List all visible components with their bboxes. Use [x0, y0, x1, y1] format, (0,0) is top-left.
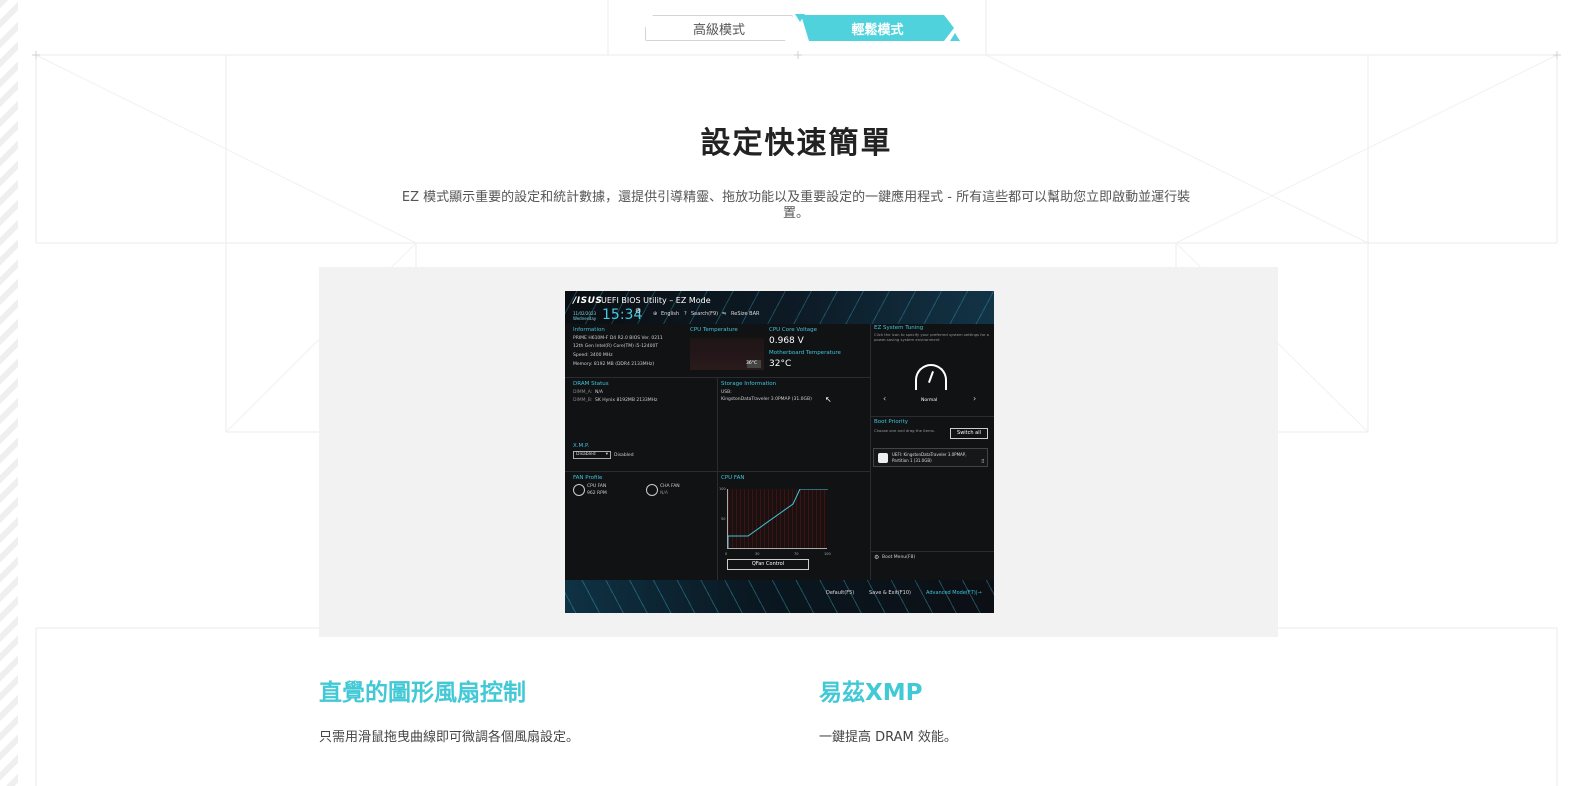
- cpu-voltage-label: CPU Core Voltage: [769, 327, 818, 333]
- divider: [717, 377, 718, 580]
- cpu-temp-value: 36°C: [746, 361, 758, 366]
- feature-title-xmp: 易茲XMP: [819, 680, 923, 706]
- prev-mode-button[interactable]: ‹: [883, 394, 886, 403]
- info-line: 12th Gen Intel(R) Core(TM) i5-12400T: [573, 344, 659, 349]
- storage-label: Storage Information: [721, 381, 777, 387]
- info-line: PRIME H610M-F D4 R2.0 BIOS Ver. 0211: [573, 336, 663, 341]
- next-mode-button[interactable]: ›: [973, 394, 976, 403]
- info-label: Information: [573, 327, 605, 333]
- ez-tuning-desc: Click the icon to specify your preferred…: [874, 332, 989, 342]
- search-icon: ?: [684, 311, 687, 317]
- globe-icon: ⊕: [653, 311, 658, 317]
- feature-desc-fan: 只需用滑鼠拖曳曲線即可微調各個風扇設定。: [319, 730, 580, 745]
- dram-slot: DIMM_A:: [573, 390, 593, 395]
- mb-temp-value: 32°C: [769, 359, 792, 369]
- boot-device-item[interactable]: UEFI: KingstonDataTraveler 3.0PMAP, Part…: [873, 448, 988, 467]
- dram-value: N/A: [595, 390, 603, 395]
- gear-icon: ⚙: [635, 307, 642, 315]
- search-item: Search(F9): [691, 311, 719, 317]
- tab-corner-marker: [950, 33, 960, 41]
- fan-chart-x-tick: 70: [794, 552, 799, 556]
- dram-slot: DIMM_B:: [573, 398, 593, 403]
- xmp-label: X.M.P.: [573, 443, 590, 449]
- cpu-voltage-value: 0.968 V: [769, 336, 804, 346]
- tab-ez-mode[interactable]: 輕鬆模式: [801, 15, 954, 41]
- rebar-icon: ⇋: [722, 311, 727, 317]
- bios-screenshot: /ISUS UEFI BIOS Utility – EZ Mode 11/02/…: [565, 291, 994, 613]
- default-button[interactable]: Default(F5): [826, 590, 854, 596]
- divider: [870, 551, 994, 552]
- tab-ez-label: 輕鬆模式: [851, 22, 904, 38]
- fan-rpm: 962 RPM: [587, 491, 607, 496]
- boot-menu-button[interactable]: Boot Menu(F8): [882, 554, 915, 561]
- feature-desc-xmp: 一鍵提高 DRAM 效能。: [819, 730, 957, 745]
- fan-chart-x-tick: 0: [725, 552, 728, 556]
- drag-handle-icon[interactable]: ⠿: [981, 459, 985, 465]
- bios-footer-bg: [565, 580, 994, 613]
- advanced-mode-button[interactable]: Advanced Mode(F7)|→: [926, 590, 982, 596]
- qfan-label: QFan Control: [751, 561, 785, 567]
- fan-name: CHA FAN: [660, 484, 680, 489]
- divider: [870, 416, 994, 417]
- xmp-select[interactable]: Disabled ▾: [573, 451, 611, 459]
- boot-device-line: UEFI: KingstonDataTraveler 3.0PMAP,: [892, 452, 967, 457]
- fan-icon: [573, 484, 585, 496]
- tuning-mode: Normal: [921, 398, 938, 403]
- feature-title-fan: 直覺的圖形風扇控制: [319, 680, 526, 706]
- disk-icon: [878, 453, 888, 463]
- dram-label: DRAM Status: [573, 381, 609, 387]
- storage-type: USB:: [721, 390, 732, 395]
- page-description: EZ 模式顯示重要的設定和統計數據，還提供引導精靈、拖放功能以及重要設定的一鍵應…: [401, 190, 1191, 221]
- boot-priority-label: Boot Priority: [874, 419, 908, 425]
- save-exit-button[interactable]: Save & Exit(F10): [869, 590, 911, 596]
- fan-chart-y-tick: 50: [721, 517, 726, 521]
- fan-chart-y-tick: 100: [719, 487, 726, 491]
- fan-rpm: N/A: [660, 491, 668, 496]
- language-item: English: [661, 311, 680, 317]
- cpu-temp-label: CPU Temperature: [690, 327, 738, 333]
- mb-temp-label: Motherboard Temperature: [769, 350, 841, 356]
- fan-profile-label: FAN Profile: [573, 475, 603, 481]
- info-line: Speed: 3400 MHz: [573, 353, 613, 358]
- fan-curve-chart[interactable]: [727, 489, 828, 549]
- bios-date: 11/02/2023 Wednesday: [573, 311, 597, 321]
- boot-priority-desc: Choose one and drag the items.: [874, 428, 935, 433]
- tab-advanced-mode[interactable]: 高級模式: [645, 15, 793, 41]
- dram-value: SK Hynix 8192MB 2133MHz: [595, 398, 658, 403]
- bios-title: UEFI BIOS Utility – EZ Mode: [601, 296, 711, 305]
- fan-chart-x-tick: 30: [755, 552, 760, 556]
- storage-device: KingstonDataTraveler 3.0PMAP (31.0GB): [721, 397, 812, 402]
- gear-icon: ⚙: [874, 554, 880, 561]
- qfan-control-button[interactable]: QFan Control: [727, 559, 809, 570]
- xmp-status: Disabled: [614, 453, 634, 458]
- rebar-item: ReSize BAR: [731, 311, 760, 317]
- tab-advanced-label: 高級模式: [692, 22, 745, 38]
- xmp-select-value: Disabled: [576, 452, 596, 457]
- page-title: 設定快速簡單: [700, 126, 893, 161]
- cpu-fan-label: CPU FAN: [721, 475, 745, 481]
- info-line: Memory: 8192 MB (DDR4 2133MHz): [573, 362, 655, 367]
- ez-tuning-label: EZ System Tuning: [874, 325, 924, 331]
- fan-name: CPU FAN: [587, 484, 607, 489]
- switch-all-button[interactable]: Switch all: [950, 428, 988, 439]
- chevron-down-icon: ▾: [605, 452, 608, 457]
- switch-all-label: Switch all: [957, 430, 981, 436]
- divider: [870, 324, 871, 580]
- cursor-icon: ↖: [825, 395, 832, 404]
- fan-icon: [646, 484, 658, 496]
- boot-device-line: Partition 1 (31.0GB): [892, 458, 932, 463]
- asus-logo: /ISUS: [573, 296, 603, 306]
- fan-chart-x-tick: 100: [824, 552, 831, 556]
